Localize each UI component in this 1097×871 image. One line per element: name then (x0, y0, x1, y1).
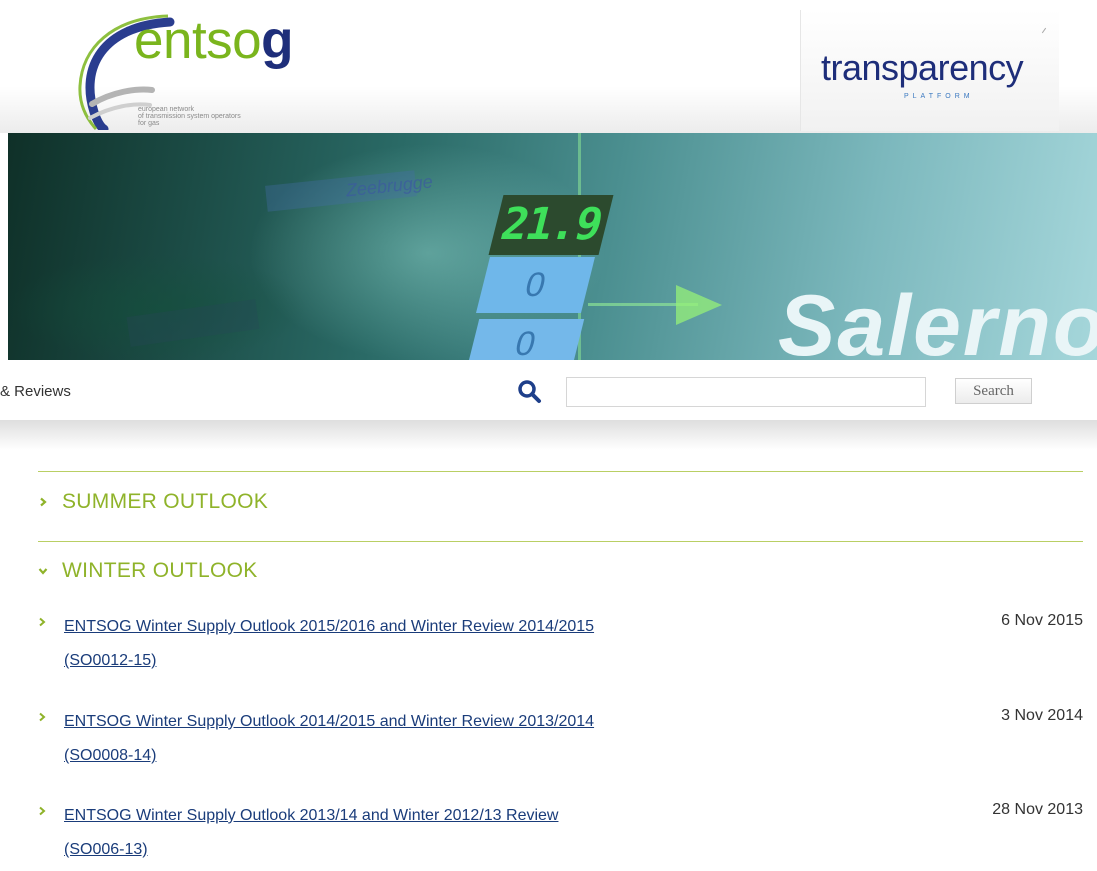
banner-city-text: Salerno (778, 278, 1097, 360)
section-divider (38, 541, 1083, 542)
chevron-right-icon (39, 712, 46, 722)
section-label: WINTER OUTLOOK (62, 559, 258, 582)
logo-tagline-line: european network (138, 106, 195, 113)
document-link[interactable]: ENTSOG Winter Supply Outlook 2015/2016 a… (64, 610, 804, 678)
list-item: ENTSOG Winter Supply Outlook 2015/2016 a… (38, 610, 1088, 682)
search-button[interactable]: Search (955, 378, 1032, 404)
document-date: 28 Nov 2013 (992, 801, 1083, 818)
section-winter-outlook[interactable]: WINTER OUTLOOK (38, 556, 258, 586)
nav-shadow (0, 420, 1097, 450)
logo-wordmark: entsog (134, 11, 294, 70)
document-link-line: ENTSOG Winter Supply Outlook 2015/2016 a… (64, 618, 595, 635)
list-item: ENTSOG Winter Supply Outlook 2013/14 and… (38, 799, 1088, 871)
document-link-line: (SO0012-15) (64, 652, 157, 669)
document-link-line: (SO0008-14) (64, 747, 157, 764)
document-link[interactable]: ENTSOG Winter Supply Outlook 2013/14 and… (64, 799, 804, 867)
chevron-right-icon (39, 617, 46, 627)
section-summer-outlook[interactable]: SUMMER OUTLOOK (38, 487, 268, 517)
logo-word-light: entso (134, 11, 262, 70)
nav-menu-item-reviews[interactable]: & Reviews (0, 383, 71, 400)
tp-subword: PLATFORM (904, 93, 974, 100)
chevron-down-icon (38, 568, 48, 575)
section-divider (38, 471, 1083, 472)
document-date: 6 Nov 2015 (1001, 612, 1083, 629)
chevron-right-icon (40, 497, 47, 507)
entsog-logo[interactable]: entsog european network of transmission … (72, 8, 332, 130)
banner-arrow-icon (676, 285, 722, 325)
logo-tagline: european network of transmission system … (138, 106, 328, 127)
banner-display-green: 21.9 (488, 195, 614, 255)
transparency-platform-logo[interactable]: transparency PLATFORM (800, 10, 1059, 131)
logo-tagline-line: for gas (138, 120, 160, 127)
document-link-line: ENTSOG Winter Supply Outlook 2014/2015 a… (64, 713, 595, 730)
list-item: ENTSOG Winter Supply Outlook 2014/2015 a… (38, 705, 1088, 777)
logo-word-bold: g (261, 11, 294, 70)
document-date: 3 Nov 2014 (1001, 707, 1083, 724)
document-link-line: (SO006-13) (64, 841, 148, 858)
banner-display-blue: 0 (476, 257, 595, 313)
section-label: SUMMER OUTLOOK (62, 490, 269, 513)
search-input[interactable] (566, 377, 926, 407)
document-link[interactable]: ENTSOG Winter Supply Outlook 2014/2015 a… (64, 705, 804, 773)
chevron-right-icon (39, 806, 46, 816)
logo-tagline-line: of transmission system operators (138, 113, 241, 120)
tp-word: transparency (821, 47, 1024, 88)
tp-corner-mark (1041, 27, 1047, 34)
search-icon[interactable] (516, 378, 542, 404)
site-header: entsog european network of transmission … (0, 0, 1097, 133)
document-link-line: ENTSOG Winter Supply Outlook 2013/14 and… (64, 807, 559, 824)
banner-display-blue: 0 (466, 319, 585, 360)
banner-shade (8, 253, 308, 360)
hero-banner: Zeebrugge 21.9 0 0 Salerno (8, 133, 1097, 360)
